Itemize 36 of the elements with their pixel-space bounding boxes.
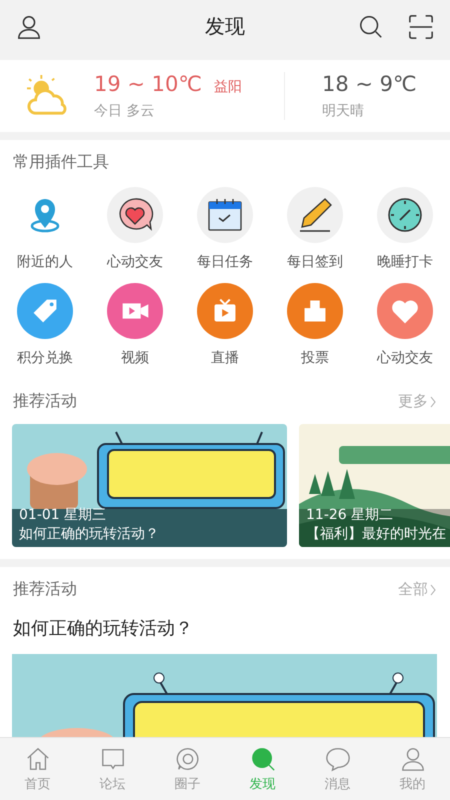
tomorrow-weather: 明天晴 bbox=[322, 102, 365, 120]
section-title: 常用插件工具 bbox=[13, 152, 109, 171]
plugin-tool[interactable]: 投票 bbox=[270, 283, 360, 367]
scan-icon[interactable] bbox=[408, 14, 434, 40]
section-title: 推荐活动 bbox=[13, 391, 77, 412]
plugin-tool[interactable]: 心动交友 bbox=[90, 187, 180, 271]
activity-date: 01-01 星期三 bbox=[19, 506, 108, 524]
chat-bubble-icon bbox=[324, 746, 350, 772]
activity-date: 11-26 星期二 bbox=[306, 506, 394, 524]
plugin-tool[interactable]: 附近的人 bbox=[0, 187, 90, 271]
activity-card[interactable]: 11-26 星期二 【福利】最好的时光在 bbox=[299, 424, 450, 547]
today-temperature: 19 ~ 10℃ bbox=[94, 72, 202, 96]
page-title: 发现 bbox=[204, 13, 246, 40]
today-weather: 今日 多云 bbox=[94, 102, 156, 120]
activity-title: 【福利】最好的时光在 bbox=[306, 525, 447, 543]
tomorrow-temperature: 18 ~ 9℃ bbox=[322, 72, 417, 96]
plugin-tool[interactable]: 每日签到 bbox=[270, 187, 360, 271]
section-title: 推荐活动 bbox=[13, 579, 77, 600]
plugin-tool[interactable]: 晚睡打卡 bbox=[360, 187, 450, 271]
ring-icon bbox=[174, 746, 200, 772]
home-icon bbox=[24, 746, 50, 772]
chevron-right-icon bbox=[430, 396, 436, 408]
plugin-tool[interactable]: 直播 bbox=[180, 283, 270, 367]
activity-headline[interactable]: 如何正确的玩转活动？ bbox=[13, 616, 193, 640]
activity-title: 如何正确的玩转活动？ bbox=[19, 525, 160, 543]
user-icon[interactable] bbox=[16, 14, 42, 40]
plugin-tool[interactable]: 积分兑换 bbox=[0, 283, 90, 367]
search-icon[interactable] bbox=[358, 14, 384, 40]
city-name: 益阳 bbox=[214, 78, 242, 96]
plugin-tool[interactable]: 每日任务 bbox=[180, 187, 270, 271]
activity-card[interactable]: 01-01 星期三 如何正确的玩转活动？ bbox=[12, 424, 287, 547]
search-icon bbox=[250, 746, 276, 772]
plugin-tool[interactable]: 视频 bbox=[90, 283, 180, 367]
plugin-tool[interactable]: 心动交友 bbox=[360, 283, 450, 367]
user-icon bbox=[400, 746, 426, 772]
chevron-right-icon bbox=[430, 584, 436, 596]
